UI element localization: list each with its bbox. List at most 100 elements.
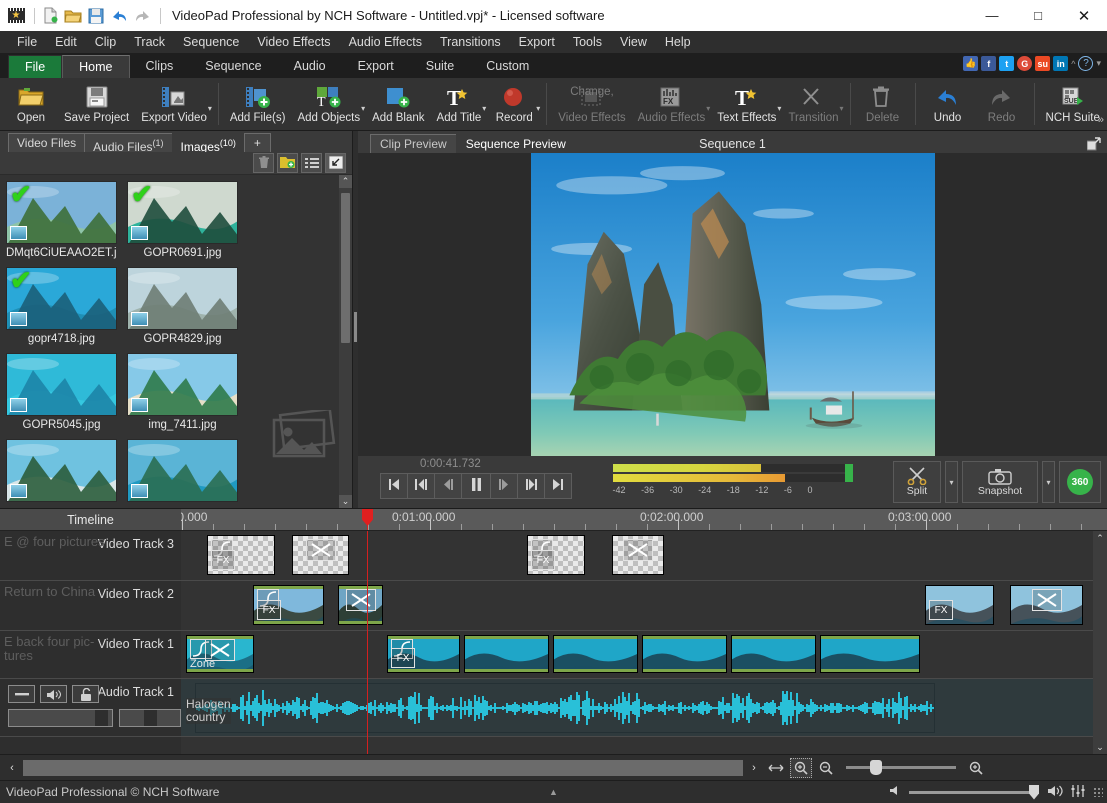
twitter-icon[interactable]: t (999, 56, 1015, 71)
ribbon-tab-suite[interactable]: Suite (410, 55, 471, 78)
bin-item-thumbnail[interactable] (127, 266, 238, 330)
timeline-clip[interactable]: FX (387, 635, 460, 673)
audio-effects-button[interactable]: FX Audio Effects ▾ (632, 79, 712, 129)
360-button[interactable]: 360 (1059, 461, 1101, 503)
bin-item[interactable]: GOPR5045.jpg (6, 352, 117, 437)
collapse-panel-icon[interactable] (325, 152, 346, 173)
transition-icon[interactable] (1031, 589, 1062, 611)
timeline-clip[interactable]: FX (253, 585, 324, 625)
linkedin-icon[interactable]: in (1053, 56, 1069, 71)
menu-item-video-effects[interactable]: Video Effects (248, 33, 339, 51)
chevron-down-icon[interactable]: ▾ (536, 104, 540, 113)
undo-icon[interactable] (109, 6, 129, 26)
chevron-down-icon[interactable]: ▾ (361, 104, 365, 113)
bin-tab-video-files[interactable]: Video Files (8, 132, 86, 152)
ribbon-collapse-icon[interactable]: ^ (1071, 59, 1075, 69)
timeline-clip[interactable]: FX (527, 535, 585, 575)
save-project-button[interactable]: Save Project (58, 79, 135, 129)
bin-item-thumbnail[interactable] (6, 352, 117, 416)
add-folder-icon[interactable] (277, 152, 298, 173)
bin-tab-images[interactable]: Images(10) (171, 132, 245, 154)
playhead-handle[interactable] (362, 509, 373, 526)
menu-item-edit[interactable]: Edit (46, 33, 86, 51)
add-objects-button[interactable]: T Add Objects ▾ (291, 79, 366, 129)
timeline-clip[interactable] (464, 635, 549, 673)
text-effects-button[interactable]: T Text Effects ▾ (711, 79, 782, 129)
status-up-caret[interactable]: ▲ (549, 787, 558, 797)
prev-frame-button[interactable] (407, 473, 435, 499)
timeline-clip[interactable] (292, 535, 349, 575)
bin-tab-audio-files[interactable]: Audio Files(1) (84, 132, 173, 154)
timeline-clip[interactable] (820, 635, 920, 673)
stumbleupon-icon[interactable]: su (1035, 56, 1051, 71)
timeline-clip[interactable] (553, 635, 638, 673)
split-dropdown-icon[interactable]: ▾ (945, 461, 958, 503)
menu-item-export[interactable]: Export (510, 33, 564, 51)
ribbon-tab-file[interactable]: File (8, 55, 63, 78)
bin-item[interactable] (127, 438, 238, 508)
minimize-button[interactable]: — (969, 0, 1015, 31)
clip-fx-badge[interactable]: FX (211, 550, 235, 570)
google-plus-icon[interactable]: G (1017, 56, 1033, 71)
menu-item-clip[interactable]: Clip (86, 33, 126, 51)
bin-item-thumbnail[interactable]: ✔ (6, 266, 117, 330)
track-header-video-track-2[interactable]: Video Track 2 Return to China (0, 581, 181, 631)
magnify-icon[interactable] (965, 758, 987, 778)
delete-bin-item-icon[interactable] (253, 152, 274, 173)
skip-end-button[interactable] (544, 473, 572, 499)
new-project-icon[interactable] (40, 6, 60, 26)
step-forward-button[interactable] (490, 473, 518, 499)
bin-item[interactable]: GOPR4829.jpg (127, 266, 238, 351)
ribbon-tab-custom[interactable]: Custom (470, 55, 545, 78)
timeline-scroll-up-icon[interactable]: ⌃ (1093, 531, 1107, 545)
fit-to-window-icon[interactable] (765, 758, 787, 778)
track-header-video-track-3[interactable]: Video Track 3E @ four pictures (0, 531, 181, 581)
timeline-horizontal-scrollbar[interactable] (23, 759, 743, 776)
bin-item-thumbnail[interactable] (6, 438, 117, 502)
timeline-zoom-slider[interactable] (846, 760, 956, 775)
bin-scroll-up-icon[interactable]: ⌃ (339, 174, 352, 188)
zoom-in-selected-icon[interactable] (790, 757, 812, 778)
ribbon-tab-sequence[interactable]: Sequence (189, 55, 277, 78)
equalizer-icon[interactable] (1071, 784, 1085, 800)
track-header-audio-track-1[interactable]: Audio Track 1 (0, 679, 181, 737)
open-button[interactable]: Open (4, 79, 58, 129)
zoom-slider-knob[interactable] (870, 760, 883, 775)
unlock-icon[interactable] (72, 685, 99, 703)
menu-item-sequence[interactable]: Sequence (174, 33, 248, 51)
preview-tab-sequence-preview[interactable]: Sequence Preview (455, 134, 576, 153)
redo-icon[interactable] (132, 6, 152, 26)
chevron-down-icon[interactable]: ▾ (840, 104, 844, 113)
redo-button[interactable]: Redo (975, 79, 1029, 129)
timeline-scroll-left-button[interactable]: ‹ (4, 759, 20, 777)
video-effects-button[interactable]: Change, Video Effects (552, 79, 631, 129)
transition-button[interactable]: Transition ▾ (782, 79, 844, 129)
bin-item-thumbnail[interactable]: ✔ (127, 180, 238, 244)
timeline-clip[interactable] (612, 535, 664, 575)
open-project-icon[interactable] (63, 6, 83, 26)
bin-item-thumbnail[interactable] (127, 352, 238, 416)
videopad-app-icon[interactable]: ★ (6, 6, 26, 26)
record-button[interactable]: Record ▾ (487, 79, 541, 129)
close-button[interactable]: ✕ (1061, 0, 1107, 31)
video-frame[interactable] (530, 153, 935, 456)
pan-slider-knob[interactable] (144, 710, 157, 726)
timeline-scroll-right-button[interactable]: › (746, 759, 762, 777)
track-volume-slider[interactable] (8, 709, 113, 727)
clip-fx-badge[interactable]: FX (257, 600, 281, 620)
timeline-scroll-down-icon[interactable]: ⌄ (1093, 740, 1107, 754)
bin-item[interactable]: ✔ gopr4718.jpg (6, 266, 117, 351)
track-pan-slider[interactable] (119, 709, 181, 727)
timeline-clip[interactable]: FX (207, 535, 275, 575)
delete-button[interactable]: Delete (856, 79, 910, 129)
chevron-down-icon[interactable]: ▾ (777, 104, 781, 113)
help-icon[interactable]: ? (1078, 56, 1094, 71)
timeline-ruler[interactable]: 0:00:00.000 0:01:00.000 0:02:00.000 0:03:00… (181, 509, 1107, 530)
timeline-clip[interactable] (1010, 585, 1083, 625)
timeline-clip[interactable]: FX (925, 585, 994, 625)
timeline-clip[interactable]: Zone (186, 635, 254, 673)
audio-clip[interactable]: Halogen country (186, 683, 935, 733)
menu-item-tools[interactable]: Tools (564, 33, 611, 51)
split-button[interactable]: Split (893, 461, 941, 503)
bin-scroll-thumb[interactable] (341, 192, 350, 343)
